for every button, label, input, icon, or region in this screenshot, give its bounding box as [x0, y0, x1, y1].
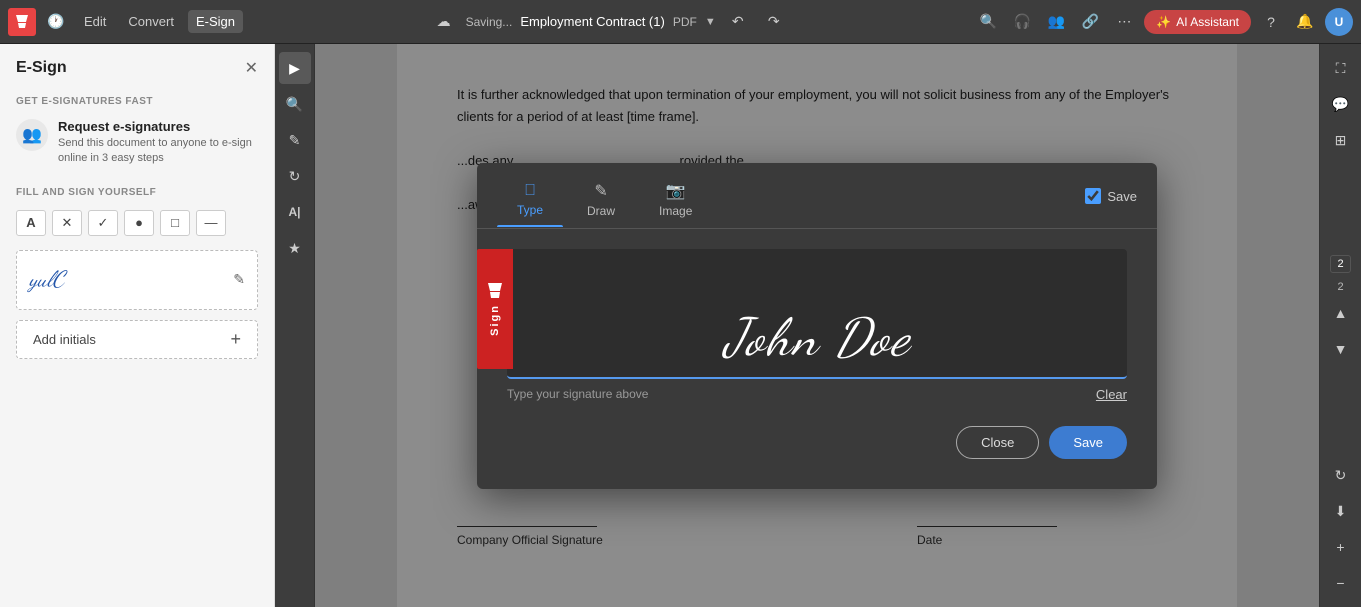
page-badge: 2 — [1330, 255, 1350, 273]
scroll-up-button[interactable]: ▲ — [1325, 297, 1357, 329]
toolbar-center: ☁ Saving... Employment Contract (1) PDF … — [249, 8, 968, 36]
add-initials-row[interactable]: Add initials + — [16, 320, 258, 359]
signature-box[interactable]: yulC ✎ — [16, 250, 258, 310]
signature-preview: yulC — [29, 267, 64, 293]
app-logo — [8, 8, 36, 36]
main-area: E-Sign ✕ GET E-SIGNATURES FAST 👥 Request… — [0, 44, 1361, 607]
save-checkbox[interactable] — [1085, 188, 1101, 204]
redo-button[interactable]: ↷ — [760, 8, 788, 36]
modal-body: Sign John Doe Type your signature above … — [477, 229, 1157, 489]
modal-actions: Close Save — [507, 426, 1127, 459]
doc-chevron-icon[interactable]: ▼ — [705, 16, 716, 28]
link-button[interactable]: 🔗 — [1076, 8, 1104, 36]
doc-title: Employment Contract (1) — [520, 14, 665, 29]
line-tool-button[interactable]: — — [196, 210, 226, 236]
text-tool-button[interactable]: A — [16, 210, 46, 236]
modal-save-button[interactable]: Save — [1049, 426, 1127, 459]
right-panel-grid-icon[interactable]: ⊞ — [1325, 124, 1357, 156]
help-button[interactable]: ? — [1257, 8, 1285, 36]
panel-title: E-Sign — [16, 59, 67, 77]
request-esig-title: Request e-signatures — [58, 119, 258, 134]
pencil-tool-button[interactable]: ✎ — [279, 124, 311, 156]
toolbar-right: 🔍 🎧 👥 🔗 ⋯ ✨ AI Assistant ? 🔔 U — [974, 8, 1353, 36]
select-tool-button[interactable]: ▶ — [279, 52, 311, 84]
scroll-down-button[interactable]: ▼ — [1325, 333, 1357, 365]
get-esig-label: GET E-SIGNATURES FAST — [0, 88, 274, 111]
tab-image[interactable]: 📷 Image — [639, 175, 712, 228]
rect-tool-button[interactable]: □ — [160, 210, 190, 236]
request-esig-section: 👥 Request e-signatures Send this documen… — [0, 111, 274, 183]
tab-draw[interactable]: ✎ Draw — [567, 175, 635, 228]
right-panel-crop-icon[interactable]: ⛶ — [1325, 52, 1357, 84]
modal-hint-text: Type your signature above — [507, 387, 648, 401]
right-panel-comment-icon[interactable]: 💬 — [1325, 88, 1357, 120]
stamp-tool-button[interactable]: ★ — [279, 232, 311, 264]
text-insert-button[interactable]: A| — [279, 196, 311, 228]
ai-assistant-button[interactable]: ✨ AI Assistant — [1144, 10, 1251, 34]
cloud-icon[interactable]: ☁ — [430, 8, 458, 36]
panel-header: E-Sign ✕ — [0, 44, 274, 88]
convert-menu[interactable]: Convert — [120, 10, 182, 33]
clear-button[interactable]: Clear — [1096, 387, 1127, 402]
user-avatar[interactable]: U — [1325, 8, 1353, 36]
modal-tabs: ⎕ Type ✎ Draw 📷 Image — [477, 163, 1157, 229]
type-tab-icon: ⎕ — [525, 182, 535, 200]
right-panel: ⛶ 💬 ⊞ 2 2 ▲ ▼ ↻ ⬇ + − — [1319, 44, 1361, 607]
modal-hint-row: Type your signature above Clear — [507, 387, 1127, 402]
save-checkbox-label: Save — [1107, 189, 1137, 204]
sign-banner-text: Sign — [489, 304, 501, 336]
dot-tool-button[interactable]: ● — [124, 210, 154, 236]
search-button[interactable]: 🔍 — [974, 8, 1002, 36]
panel-close-button[interactable]: ✕ — [245, 58, 258, 78]
undo-button[interactable]: ↶ — [724, 8, 752, 36]
fill-tools: A ✕ ✓ ● □ — — [0, 202, 274, 244]
edit-menu[interactable]: Edit — [76, 10, 114, 33]
image-tab-label: Image — [659, 204, 692, 218]
signature-text-display: John Doe — [724, 306, 911, 377]
type-tab-label: Type — [517, 203, 543, 217]
close-button[interactable]: Close — [956, 426, 1039, 459]
signature-edit-icon[interactable]: ✎ — [233, 271, 245, 288]
tab-type[interactable]: ⎕ Type — [497, 176, 563, 227]
draw-tab-icon: ✎ — [594, 181, 607, 201]
zoom-tool-button[interactable]: 🔍 — [279, 88, 311, 120]
image-tab-icon: 📷 — [666, 181, 686, 201]
sign-banner[interactable]: Sign — [477, 249, 513, 369]
zoom-out-button[interactable]: − — [1325, 567, 1357, 599]
signature-modal: ⎕ Type ✎ Draw 📷 Image — [477, 163, 1157, 489]
check-tool-button[interactable]: ✓ — [88, 210, 118, 236]
cross-tool-button[interactable]: ✕ — [52, 210, 82, 236]
zoom-in-button[interactable]: + — [1325, 531, 1357, 563]
headphones-button[interactable]: 🎧 — [1008, 8, 1036, 36]
download-icon[interactable]: ⬇ — [1325, 495, 1357, 527]
draw-tab-label: Draw — [587, 204, 615, 218]
add-initials-label: Add initials — [33, 332, 96, 347]
esign-menu[interactable]: E-Sign — [188, 10, 243, 33]
more-button[interactable]: ⋯ — [1110, 8, 1138, 36]
add-initials-plus-icon: + — [230, 329, 241, 350]
document-container: It is further acknowledged that upon ter… — [315, 44, 1319, 607]
signature-input-wrapper: Sign John Doe — [507, 249, 1127, 379]
refresh-button[interactable]: ↻ — [1325, 459, 1357, 491]
page-number: 2 — [1337, 281, 1343, 293]
ai-icon: ✨ — [1156, 15, 1171, 29]
rotate-tool-button[interactable]: ↻ — [279, 160, 311, 192]
esign-panel: E-Sign ✕ GET E-SIGNATURES FAST 👥 Request… — [0, 44, 275, 607]
history-button[interactable]: 🕐 — [42, 8, 70, 36]
modal-save-row: Save — [1085, 188, 1137, 214]
request-esig-icon: 👥 — [16, 119, 48, 151]
doc-type: PDF — [673, 15, 697, 29]
signature-input-area[interactable]: John Doe — [507, 249, 1127, 379]
fill-sign-label: FILL AND SIGN YOURSELF — [0, 183, 274, 202]
modal-overlay: ⎕ Type ✎ Draw 📷 Image — [315, 44, 1319, 607]
left-toolbar: ▶ 🔍 ✎ ↻ A| ★ — [275, 44, 315, 607]
request-esig-desc: Send this document to anyone to e-sign o… — [58, 136, 258, 167]
users-button[interactable]: 👥 — [1042, 8, 1070, 36]
saving-status: Saving... — [466, 15, 513, 29]
document-area: It is further acknowledged that upon ter… — [315, 44, 1319, 607]
top-toolbar: 🕐 Edit Convert E-Sign ☁ Saving... Employ… — [0, 0, 1361, 44]
notifications-button[interactable]: 🔔 — [1291, 8, 1319, 36]
